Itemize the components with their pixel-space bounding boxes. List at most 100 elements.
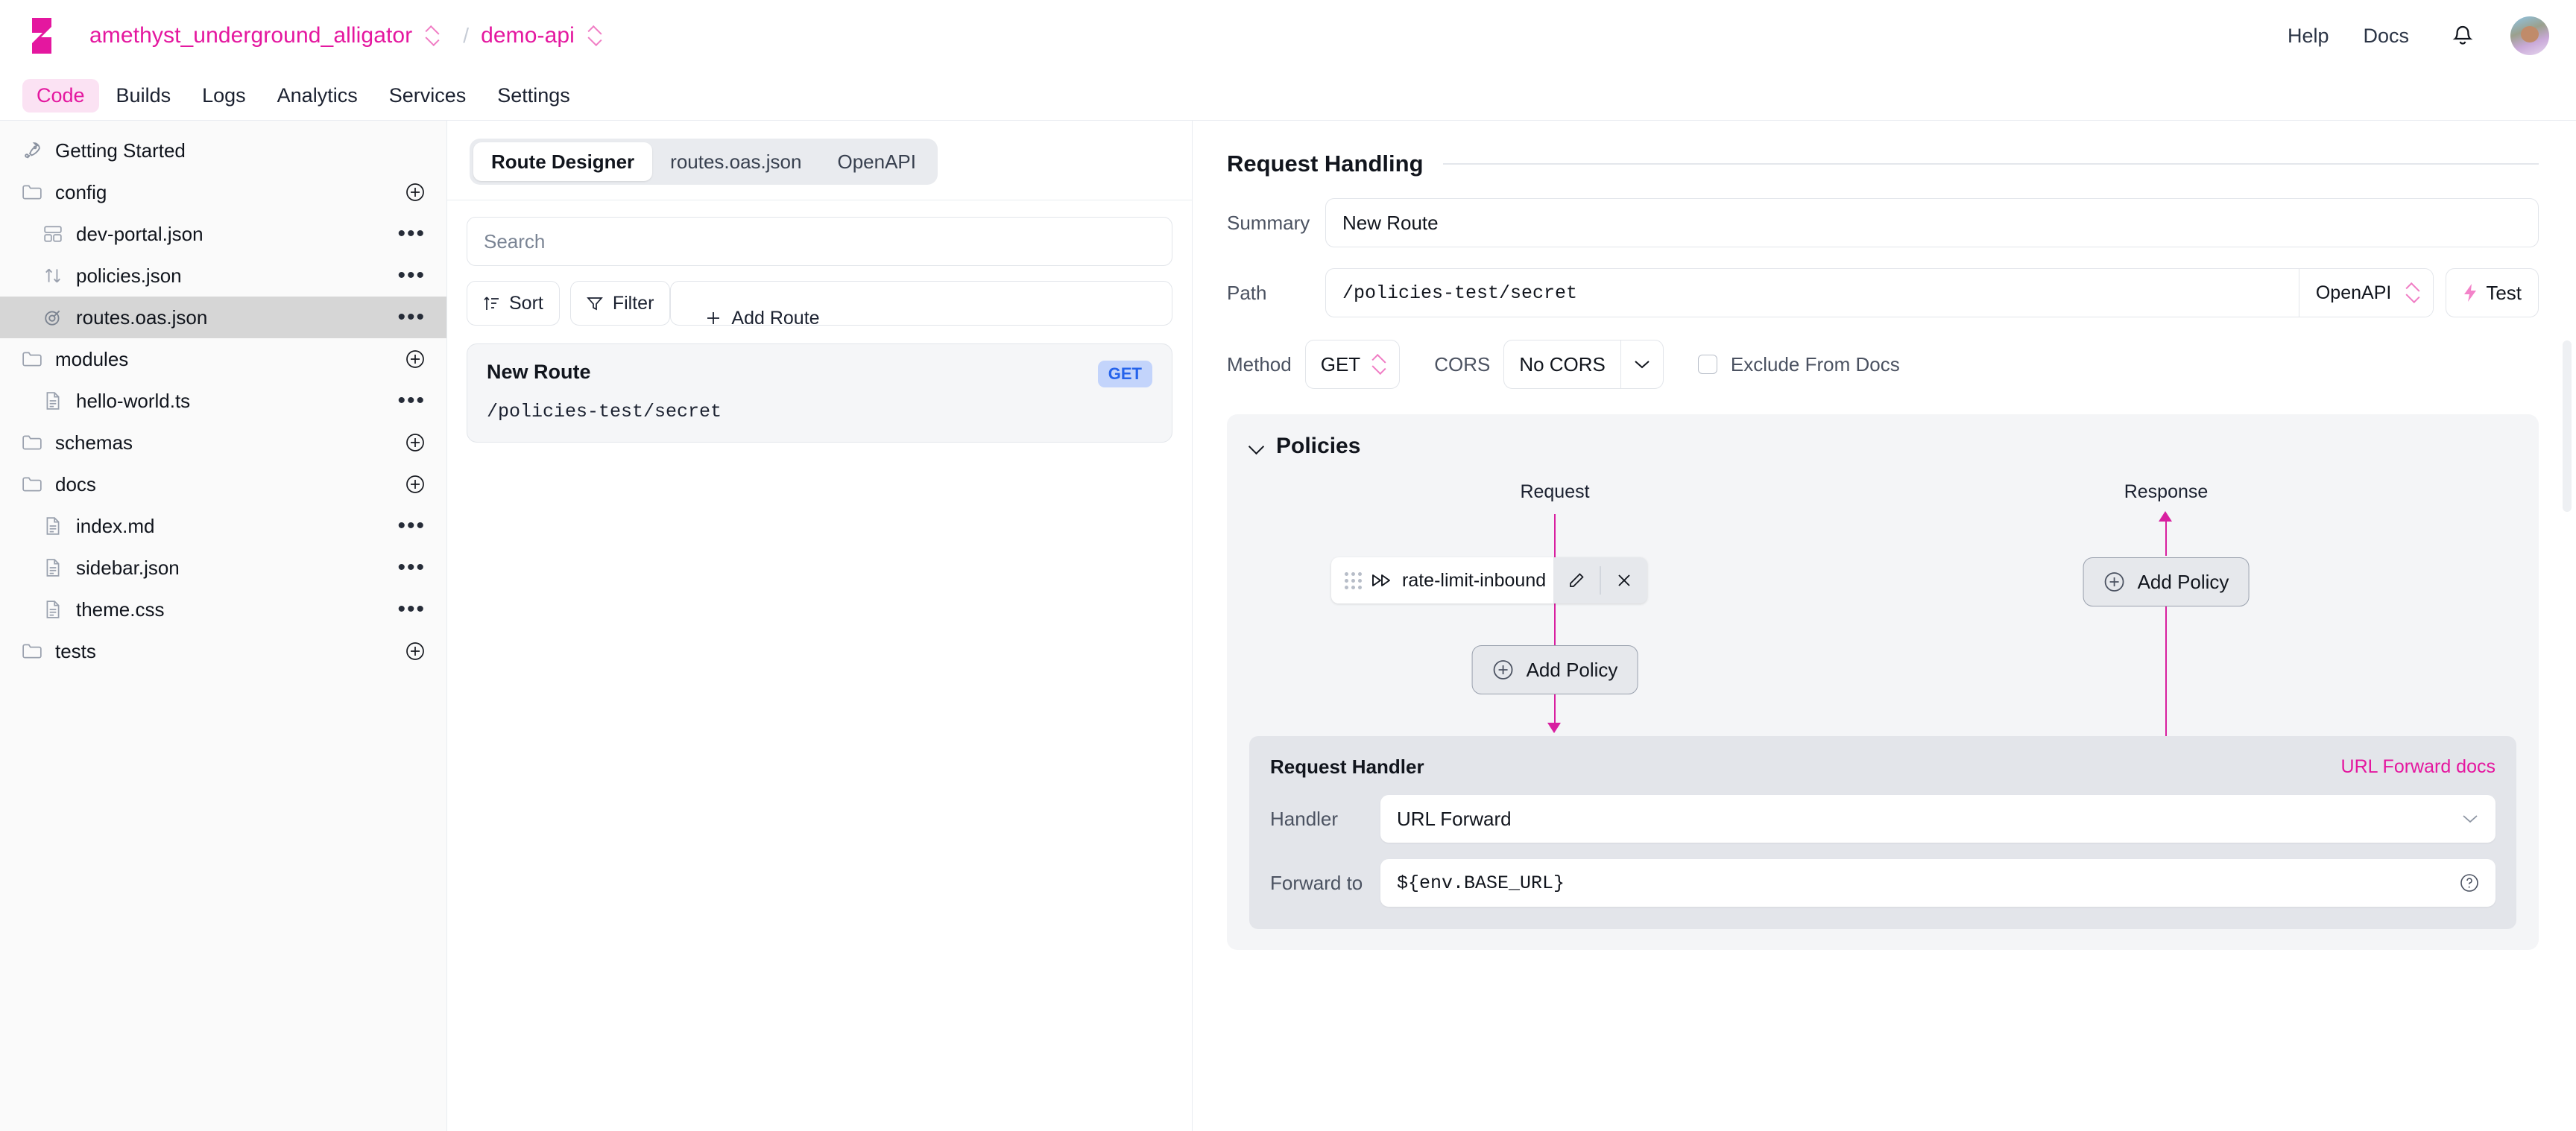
tab-logs[interactable]: Logs	[188, 79, 260, 113]
tab-route-designer[interactable]: Route Designer	[473, 142, 653, 181]
avatar[interactable]	[2510, 16, 2549, 55]
route-list-panel: Route Designer routes.oas.json OpenAPI S…	[447, 121, 1193, 1131]
forward-to-input[interactable]: ${env.BASE_URL}	[1380, 859, 2496, 907]
test-button[interactable]: Test	[2446, 268, 2539, 317]
add-file-button[interactable]	[405, 641, 426, 662]
more-options-button[interactable]: •••	[397, 557, 426, 579]
sidebar-item-theme-css[interactable]: theme.css •••	[0, 589, 446, 630]
more-options-button[interactable]: •••	[397, 390, 426, 412]
sidebar-item-label: modules	[55, 347, 129, 370]
path-source-select[interactable]: OpenAPI	[2298, 269, 2434, 317]
summary-input[interactable]: New Route	[1325, 198, 2539, 247]
add-file-button[interactable]	[405, 432, 426, 453]
folder-icon	[19, 475, 45, 493]
policy-chip-body[interactable]: rate-limit-inbound	[1331, 557, 1554, 603]
policy-flow-diagram: Request Response rate-limit-inbound Add …	[1249, 468, 2516, 741]
add-file-button[interactable]	[405, 474, 426, 495]
sidebar-item-dev-portal-json[interactable]: dev-portal.json •••	[0, 213, 446, 255]
sidebar-item-label: routes.oas.json	[76, 305, 208, 329]
sidebar-item-label: index.md	[76, 514, 155, 537]
route-list-item[interactable]: New Route GET /policies-test/secret	[467, 343, 1172, 443]
method-select[interactable]: GET	[1304, 340, 1401, 389]
handler-value: URL Forward	[1397, 807, 1512, 830]
filter-button[interactable]: Filter	[569, 281, 671, 326]
breadcrumb-project[interactable]: demo-api	[481, 23, 575, 48]
search-input[interactable]	[467, 217, 1172, 266]
chevron-updown-icon	[1371, 352, 1387, 377]
add-file-button[interactable]	[405, 349, 426, 370]
sidebar-item-getting-started[interactable]: Getting Started	[0, 130, 446, 171]
tab-services[interactable]: Services	[375, 79, 481, 113]
sidebar-item-label: dev-portal.json	[76, 222, 203, 245]
sidebar-item-index-md[interactable]: index.md •••	[0, 505, 446, 547]
sidebar-item-schemas[interactable]: schemas	[0, 422, 446, 463]
close-icon[interactable]	[1601, 557, 1647, 603]
tab-analytics[interactable]: Analytics	[263, 79, 372, 113]
folder-icon	[19, 642, 45, 660]
bell-icon[interactable]	[2451, 22, 2476, 49]
plus-icon	[705, 310, 722, 325]
more-options-button[interactable]: •••	[397, 223, 426, 245]
status-badge: GET	[1097, 361, 1152, 387]
request-handler-header: Request Handler URL Forward docs	[1270, 755, 2496, 779]
tab-builds[interactable]: Builds	[102, 79, 186, 113]
tab-routes-oas-json[interactable]: routes.oas.json	[652, 142, 819, 181]
exclude-from-docs-checkbox[interactable]	[1697, 355, 1717, 374]
sidebar-item-hello-world-ts[interactable]: hello-world.ts •••	[0, 380, 446, 422]
help-link[interactable]: Help	[2288, 25, 2329, 48]
sidebar-item-tests[interactable]: tests	[0, 630, 446, 672]
docs-link[interactable]: Docs	[2363, 25, 2409, 48]
sidebar-item-docs[interactable]: docs	[0, 463, 446, 505]
flow-line	[1554, 514, 1556, 557]
more-options-button[interactable]: •••	[397, 264, 426, 287]
tab-settings[interactable]: Settings	[483, 79, 584, 113]
sidebar-item-modules[interactable]: modules	[0, 338, 446, 380]
sidebar-item-policies-json[interactable]: policies.json •••	[0, 255, 446, 297]
tab-code[interactable]: Code	[22, 79, 99, 113]
route-item-path: /policies-test/secret	[487, 401, 722, 422]
cors-select[interactable]: No CORS	[1503, 340, 1664, 389]
more-options-button[interactable]: •••	[397, 598, 426, 621]
help-circle-icon[interactable]	[2460, 873, 2479, 893]
more-options-button[interactable]: •••	[397, 515, 426, 537]
policies-section: Policies Request Response rate-limit-inb…	[1227, 414, 2539, 950]
method-cors-row: Method GET CORS No CORS Exclude From Doc…	[1227, 340, 2539, 389]
path-input[interactable]: /policies-test/secret	[1326, 269, 2299, 317]
folder-icon	[19, 434, 45, 452]
zuplo-logo-icon[interactable]	[22, 15, 61, 57]
sidebar-item-routes-oas-json[interactable]: routes.oas.json •••	[0, 297, 446, 338]
filter-label: Filter	[612, 292, 654, 314]
add-file-button[interactable]	[405, 182, 426, 203]
sidebar-item-config[interactable]: config	[0, 171, 446, 213]
request-column-label: Request	[1520, 481, 1590, 502]
path-source-value: OpenAPI	[2315, 282, 2392, 303]
tab-openapi[interactable]: OpenAPI	[819, 142, 934, 181]
edit-policy-button[interactable]	[1553, 557, 1600, 603]
sort-button[interactable]: Sort	[467, 281, 560, 326]
route-toolbar: Sort Filter Add Route	[467, 281, 1172, 326]
sidebar-item-sidebar-json[interactable]: sidebar.json •••	[0, 547, 446, 589]
flow-arrow-down-icon	[1547, 723, 1561, 733]
chevron-down-icon[interactable]	[1620, 340, 1663, 388]
project-switcher-chevron-icon[interactable]	[587, 23, 603, 48]
page-title: Request Handling	[1227, 151, 1424, 177]
drag-handle-icon[interactable]	[1345, 571, 1362, 589]
policy-chip[interactable]: rate-limit-inbound	[1331, 557, 1647, 603]
org-switcher-chevron-icon[interactable]	[424, 23, 441, 48]
policies-header[interactable]: Policies	[1249, 434, 2516, 459]
plus-circle-icon	[1492, 659, 1515, 681]
breadcrumb-org[interactable]: amethyst_underground_alligator	[89, 23, 412, 48]
more-options-button[interactable]: •••	[397, 306, 426, 329]
handler-select[interactable]: URL Forward	[1380, 795, 2496, 843]
summary-label: Summary	[1227, 211, 1310, 234]
add-request-policy-button[interactable]: Add Policy	[1471, 645, 1638, 694]
add-response-policy-button[interactable]: Add Policy	[2083, 557, 2250, 606]
route-item-header: New Route GET	[487, 361, 1152, 387]
top-header: amethyst_underground_alligator / demo-ap…	[0, 0, 2576, 72]
fast-forward-icon	[1371, 573, 1392, 588]
vertical-scrollbar[interactable]	[2563, 340, 2572, 512]
url-forward-docs-link[interactable]: URL Forward docs	[2341, 756, 2496, 778]
cors-value: No CORS	[1519, 352, 1606, 376]
add-route-button[interactable]: Add Route	[670, 281, 1172, 326]
add-response-policy-label: Add Policy	[2137, 570, 2229, 593]
